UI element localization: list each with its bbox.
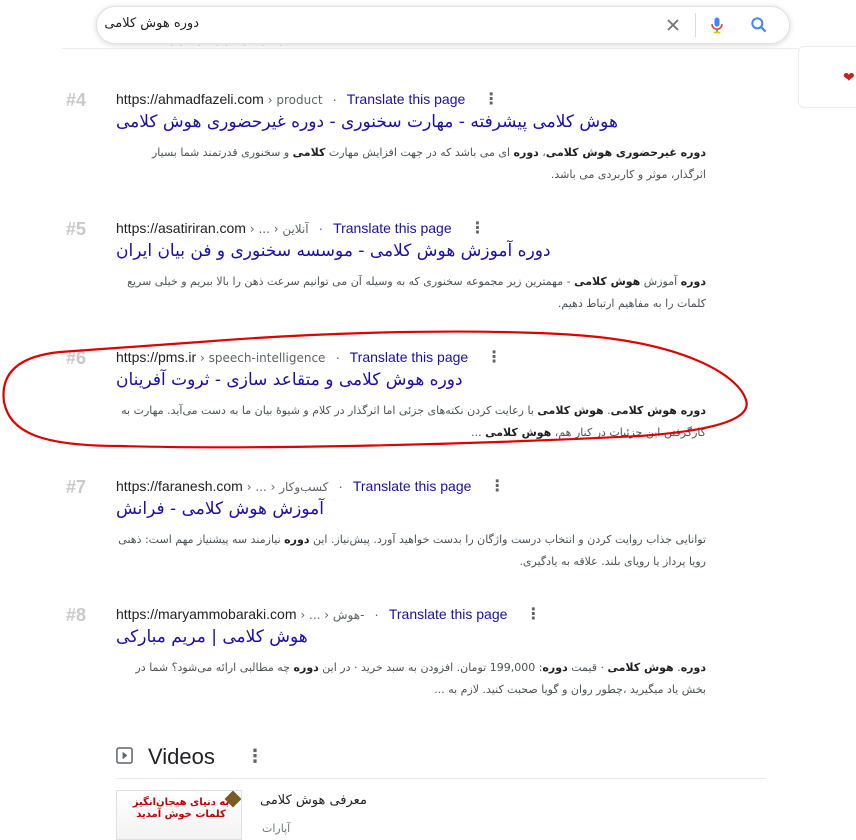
result-path: › product	[267, 93, 323, 107]
translate-link[interactable]: Translate this page	[353, 478, 472, 494]
result-path: › ... › هوش-	[300, 608, 365, 622]
videos-divider	[116, 778, 766, 779]
more-options-icon[interactable]: ⋮	[525, 607, 541, 623]
result-title-link[interactable]: هوش کلامی | مریم مبارکی	[116, 627, 308, 647]
more-options-icon[interactable]: ⋮	[483, 92, 499, 108]
result-title-link[interactable]: هوش کلامی پیشرفته - مهارت سخنوری - دوره …	[116, 112, 618, 132]
translate-link[interactable]: Translate this page	[350, 349, 469, 365]
more-options-icon[interactable]: ⋮	[470, 221, 486, 237]
search-bar[interactable]: دوره هوش کلامی	[96, 6, 790, 44]
result-breadcrumb: https://ahmadfazeli.com › product · Tran…	[116, 90, 499, 109]
result-url[interactable]: https://asatiriran.com	[116, 220, 246, 236]
result-rank: #4	[66, 90, 87, 110]
result-breadcrumb: https://maryammobaraki.com › ... › هوش- …	[116, 605, 541, 624]
result-rank: #7	[66, 477, 87, 497]
result-path: › speech-intelligence	[200, 351, 326, 365]
result-url[interactable]: https://faranesh.com	[116, 478, 243, 494]
separator-dot: ·	[332, 91, 338, 107]
translate-link[interactable]: Translate this page	[389, 606, 508, 622]
result-rank: #8	[66, 605, 87, 625]
result-path: › ... › کسب‌وکار	[246, 480, 329, 494]
side-panel-card[interactable]: ❤	[798, 46, 856, 108]
result-rank: #6	[66, 348, 87, 368]
search-input[interactable]: دوره هوش کلامی	[104, 16, 199, 31]
translate-link[interactable]: Translate this page	[333, 220, 452, 236]
more-options-icon[interactable]: ⋮	[489, 479, 505, 495]
result-url[interactable]: https://ahmadfazeli.com	[116, 91, 264, 107]
thumbnail-caption: به دنیای هیجان‌انگیز کلمات خوش آمدید	[132, 797, 230, 820]
separator-dot: ·	[318, 220, 324, 236]
separator-dot: ·	[335, 349, 340, 365]
more-options-icon[interactable]: ⋮	[486, 350, 502, 366]
separator-dot: ·	[374, 606, 379, 622]
result-snippet: دوره آموزش هوش کلامی - مهمترین زیر مجموع…	[127, 275, 706, 310]
result-rank: #5	[66, 219, 87, 239]
result-breadcrumb: https://pms.ir › speech-intelligence · T…	[116, 348, 502, 367]
result-breadcrumb: https://faranesh.com › ... › کسب‌وکار · …	[116, 477, 505, 496]
heart-icon: ❤	[843, 69, 855, 85]
result-snippet: دوره. هوش کلامی · قیمت دوره: 199,000 توم…	[135, 661, 706, 696]
result-url[interactable]: https://maryammobaraki.com	[116, 606, 297, 622]
result-path: › ... › آنلاین	[249, 222, 309, 236]
result-title-link[interactable]: دوره هوش کلامی و متقاعد سازی - ثروت آفری…	[116, 370, 463, 390]
result-snippet: دوره غیرحضوری هوش کلامی، دوره ای می باشد…	[151, 146, 706, 181]
previous-result-fragment: ·· · ·· · · ·	[170, 40, 289, 51]
result-snippet: توانایی جذاب روایت کردن و انتخاب درست وا…	[118, 533, 706, 568]
translate-link[interactable]: Translate this page	[347, 91, 466, 107]
result-title-link[interactable]: آموزش هوش کلامی - فرانش	[116, 499, 324, 519]
separator-dot: ·	[338, 478, 343, 494]
microphone-icon[interactable]	[707, 15, 727, 35]
header-divider	[62, 48, 798, 49]
more-options-icon[interactable]: ⋮	[246, 746, 264, 767]
result-breadcrumb: https://asatiriran.com › ... › آنلاین · …	[116, 219, 486, 238]
clear-icon[interactable]	[663, 15, 683, 35]
videos-heading: Videos	[148, 744, 215, 769]
video-source: آپارات	[262, 822, 291, 835]
result-title-link[interactable]: دوره آموزش هوش کلامی - موسسه سخنوری و فن…	[116, 241, 551, 261]
result-url[interactable]: https://pms.ir	[116, 349, 196, 365]
video-title-link[interactable]: معرفی هوش کلامی	[260, 793, 367, 808]
search-icon[interactable]	[749, 15, 769, 35]
result-snippet: دوره هوش کلامی. هوش کلامی با رعایت کردن …	[121, 404, 706, 439]
search-divider	[695, 13, 696, 37]
video-play-icon	[116, 747, 133, 764]
